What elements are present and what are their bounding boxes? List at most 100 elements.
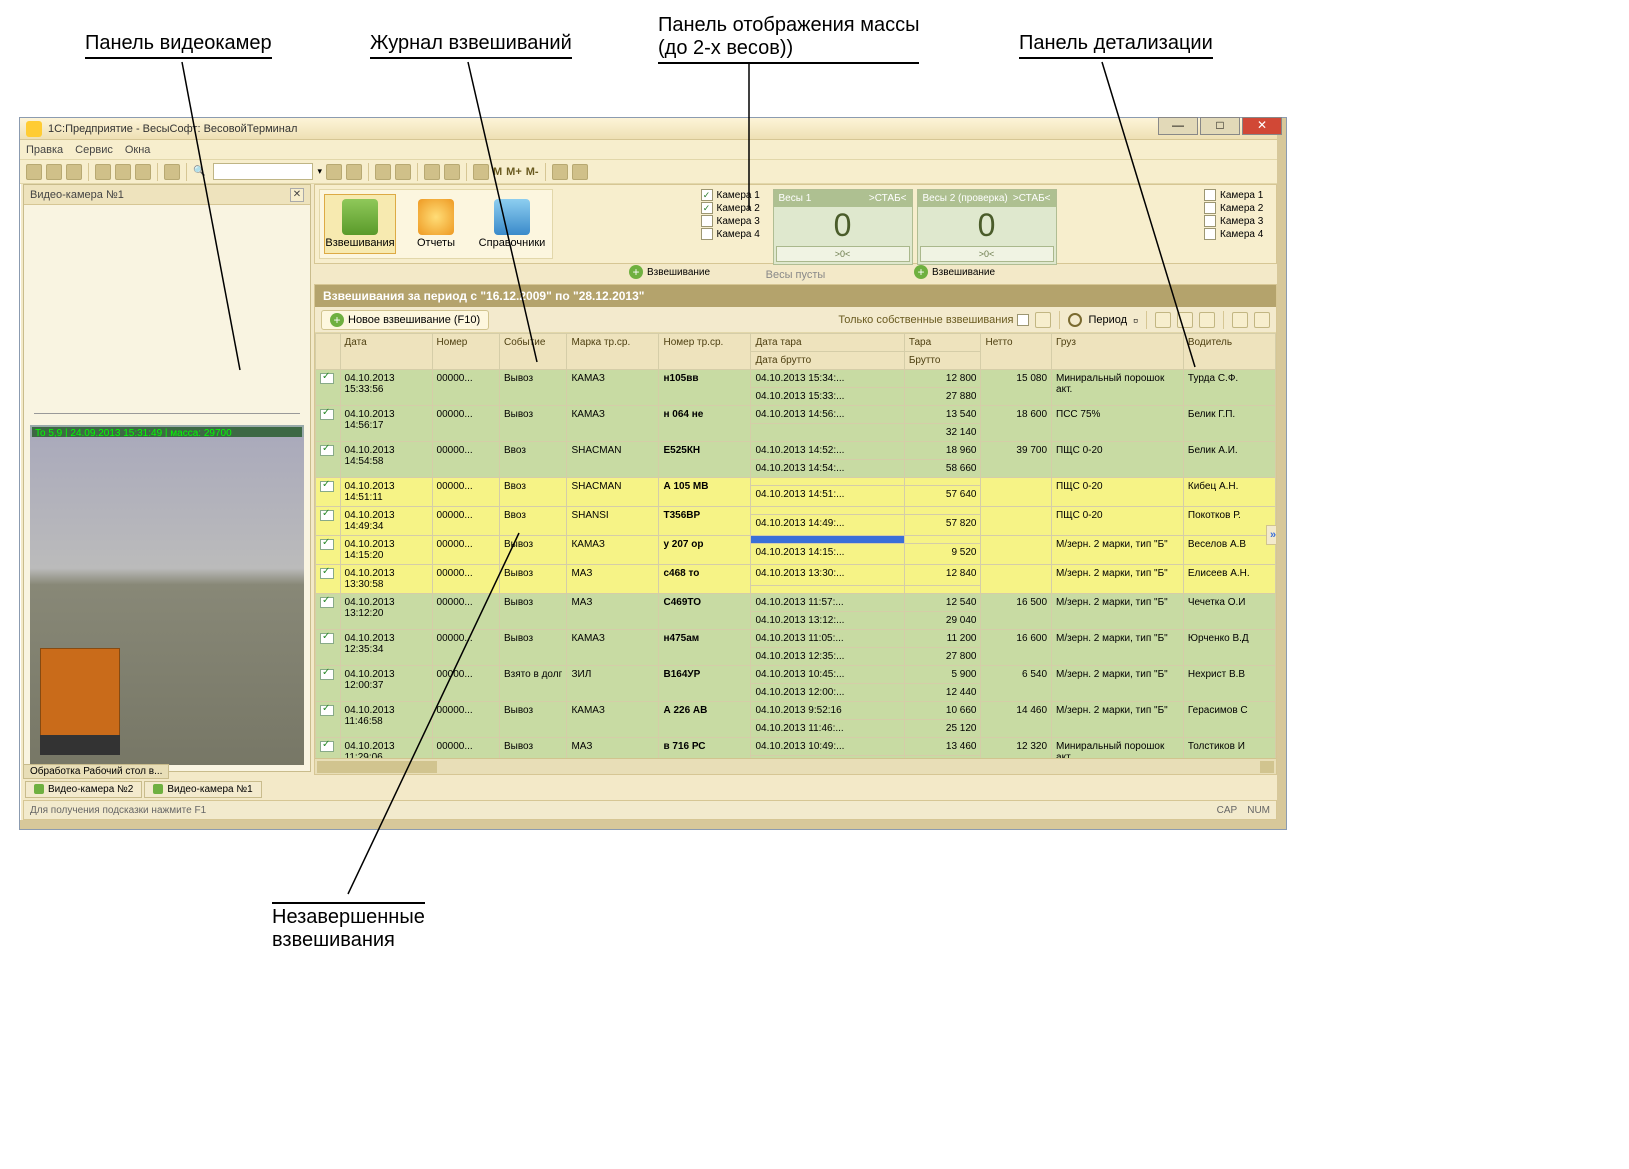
table-row[interactable]: 04.10.201311:46:58 00000... Вывоз КАМАЗ … bbox=[316, 702, 1276, 720]
checkbox[interactable]: ✓ bbox=[701, 189, 713, 201]
camera-panel: Видео-камера №1 ✕ To 5,9 | 24.09.2013 15… bbox=[23, 184, 311, 772]
tb-save-icon[interactable] bbox=[66, 164, 82, 180]
minimize-button[interactable]: — bbox=[1158, 117, 1198, 135]
memory-mplus[interactable]: M+ bbox=[506, 166, 522, 178]
checkbox[interactable] bbox=[701, 228, 713, 240]
tb-back-icon[interactable] bbox=[346, 164, 362, 180]
memory-m[interactable]: M bbox=[493, 166, 502, 178]
tb-new-icon[interactable] bbox=[26, 164, 42, 180]
col-driver[interactable]: Водитель bbox=[1183, 334, 1275, 370]
col-cargo[interactable]: Груз bbox=[1052, 334, 1184, 370]
checkbox[interactable] bbox=[701, 215, 713, 227]
col-event[interactable]: Событие bbox=[500, 334, 567, 370]
col-dbrutto[interactable]: Дата брутто bbox=[751, 352, 904, 370]
dropdown-icon[interactable]: ▾ bbox=[317, 166, 322, 177]
camera-label: Камера 3 bbox=[717, 216, 760, 227]
camera-checkbox[interactable]: Камера 3 bbox=[1204, 215, 1270, 227]
table-row[interactable]: 04.10.201313:30:58 00000... Вывоз МАЗ с4… bbox=[316, 565, 1276, 586]
table-row[interactable]: 04.10.201314:51:11 00000... Ввоз SHACMAN… bbox=[316, 478, 1276, 486]
clock-icon[interactable] bbox=[1068, 313, 1082, 327]
camera-checkbox[interactable]: Камера 1 bbox=[1204, 189, 1270, 201]
tb-settings-icon[interactable] bbox=[572, 164, 588, 180]
tb-icon[interactable] bbox=[1177, 312, 1193, 328]
camera-checkbox[interactable]: Камера 2 bbox=[1204, 202, 1270, 214]
col-brand[interactable]: Марка тр.ср. bbox=[567, 334, 659, 370]
status-cap: CAP bbox=[1217, 805, 1238, 816]
reports-button[interactable]: Отчеты bbox=[400, 194, 472, 254]
table-row[interactable]: 04.10.201314:56:17 00000... Вывоз КАМАЗ … bbox=[316, 406, 1276, 424]
bottom-tab-cam1[interactable]: Видео-камера №1 bbox=[144, 781, 261, 798]
tb-calc-icon[interactable] bbox=[424, 164, 440, 180]
tb-copy-icon[interactable] bbox=[115, 164, 131, 180]
checkbox[interactable]: ✓ bbox=[701, 202, 713, 214]
refresh-icon[interactable] bbox=[1035, 312, 1051, 328]
camera-checkbox[interactable]: ✓ Камера 2 bbox=[701, 202, 767, 214]
refs-button[interactable]: Справочники bbox=[476, 194, 548, 254]
new-weighing-button[interactable]: + Новое взвешивание (F10) bbox=[321, 310, 489, 330]
search-input[interactable] bbox=[213, 163, 313, 180]
tb-calendar-icon[interactable] bbox=[444, 164, 460, 180]
scale-1-zero-button[interactable]: >0< bbox=[776, 246, 910, 262]
menu-windows[interactable]: Окна bbox=[125, 144, 151, 156]
table-row[interactable]: 04.10.201315:33:56 00000... Вывоз КАМАЗ … bbox=[316, 370, 1276, 388]
menu-edit[interactable]: Правка bbox=[26, 144, 63, 156]
table-row[interactable]: 04.10.201314:54:58 00000... Ввоз SHACMAN… bbox=[316, 442, 1276, 460]
camera-checkbox[interactable]: Камера 4 bbox=[701, 228, 767, 240]
checkbox[interactable] bbox=[1204, 189, 1216, 201]
weighings-table[interactable]: Дата Номер Событие Марка тр.ср. Номер тр… bbox=[315, 333, 1276, 774]
h-scrollbar[interactable] bbox=[315, 758, 1276, 774]
checkbox[interactable] bbox=[1017, 314, 1029, 326]
tb-paste-icon[interactable] bbox=[135, 164, 151, 180]
close-button[interactable]: ✕ bbox=[1242, 117, 1282, 135]
camera-checkbox[interactable]: Камера 4 bbox=[1204, 228, 1270, 240]
menu-service[interactable]: Сервис bbox=[75, 144, 113, 156]
memory-mminus[interactable]: M- bbox=[526, 166, 539, 178]
checkbox[interactable] bbox=[1204, 202, 1216, 214]
period-prev-icon[interactable]: ▫ bbox=[1133, 312, 1138, 328]
col-brutto[interactable]: Брутто bbox=[904, 352, 981, 370]
tb-help-icon[interactable] bbox=[395, 164, 411, 180]
table-row[interactable]: 04.10.201312:35:34 00000... Вывоз КАМАЗ … bbox=[316, 630, 1276, 648]
checkbox[interactable] bbox=[1204, 228, 1216, 240]
col-plate[interactable]: Номер тр.ср. bbox=[659, 334, 751, 370]
weighings-button[interactable]: Взвешивания bbox=[324, 194, 396, 254]
camera-close-icon[interactable]: ✕ bbox=[290, 188, 304, 202]
tb-ext1-icon[interactable] bbox=[473, 164, 489, 180]
col-icon[interactable] bbox=[316, 334, 341, 370]
annotation-incomplete: Незавершенныевзвешивания bbox=[272, 902, 425, 952]
tb-print-icon[interactable] bbox=[375, 164, 391, 180]
camera-checkbox[interactable]: Камера 3 bbox=[701, 215, 767, 227]
scale-2-zero-button[interactable]: >0< bbox=[920, 246, 1054, 262]
separator bbox=[417, 163, 418, 181]
camera-label: Камера 2 bbox=[717, 203, 760, 214]
table-row[interactable]: 04.10.201313:12:20 00000... Вывоз МАЗ С4… bbox=[316, 594, 1276, 612]
workspace-tab[interactable]: Обработка Рабочий стол в... bbox=[23, 764, 169, 779]
table-row[interactable]: 04.10.201312:00:37 00000... Взято в долг… bbox=[316, 666, 1276, 684]
period-label: Период bbox=[1088, 314, 1127, 326]
tb-pin-icon[interactable] bbox=[552, 164, 568, 180]
table-row[interactable]: 04.10.201314:49:34 00000... Ввоз SHANSI … bbox=[316, 507, 1276, 515]
table-row[interactable]: 04.10.201314:15:20 00000... Вывоз КАМАЗ … bbox=[316, 536, 1276, 544]
reports-label: Отчеты bbox=[417, 237, 455, 249]
col-tara[interactable]: Тара bbox=[904, 334, 981, 352]
tb-icon[interactable] bbox=[1155, 312, 1171, 328]
tb-icon[interactable] bbox=[1199, 312, 1215, 328]
checkbox[interactable] bbox=[1204, 215, 1216, 227]
col-dtara[interactable]: Дата тара bbox=[751, 334, 904, 352]
tb-refresh-icon[interactable] bbox=[326, 164, 342, 180]
col-num[interactable]: Номер bbox=[432, 334, 499, 370]
tb-find-icon[interactable] bbox=[164, 164, 180, 180]
expand-icon[interactable]: » bbox=[1266, 525, 1277, 545]
tb-icon[interactable] bbox=[1232, 312, 1248, 328]
tb-open-icon[interactable] bbox=[46, 164, 62, 180]
tb-cut-icon[interactable] bbox=[95, 164, 111, 180]
window-frame bbox=[1277, 118, 1286, 829]
own-only-checkbox[interactable]: Только собственные взвешивания bbox=[838, 314, 1029, 326]
camera-checkbox[interactable]: ✓Камера 1 bbox=[701, 189, 767, 201]
table-row[interactable]: 04.10.201311:29:06 00000... Вывоз МАЗ в … bbox=[316, 738, 1276, 756]
tb-icon[interactable] bbox=[1254, 312, 1270, 328]
col-netto[interactable]: Нетто bbox=[981, 334, 1052, 370]
col-date[interactable]: Дата bbox=[340, 334, 432, 370]
bottom-tab-cam2[interactable]: Видео-камера №2 bbox=[25, 781, 142, 798]
maximize-button[interactable]: □ bbox=[1200, 117, 1240, 135]
